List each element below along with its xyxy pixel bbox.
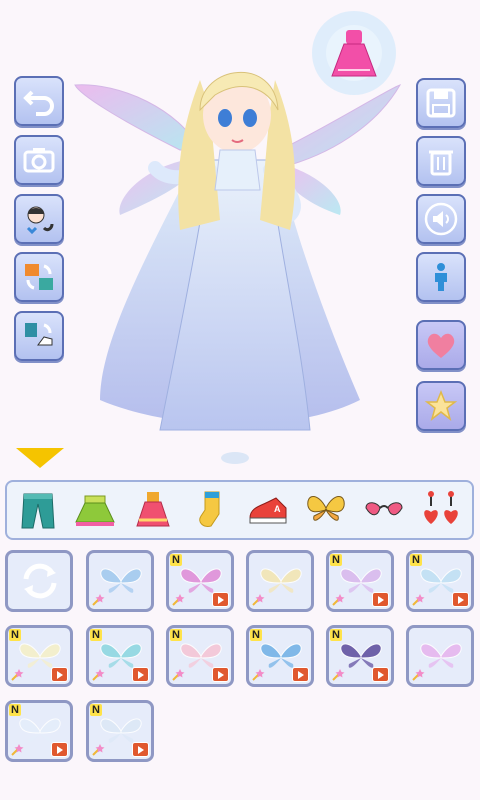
rate-button[interactable] bbox=[416, 381, 466, 431]
item-grid: N N N N N N N N N N bbox=[0, 548, 480, 800]
heart-glasses-icon bbox=[365, 502, 403, 516]
magic-wand-icon bbox=[332, 594, 345, 606]
wing-item-tile[interactable]: N bbox=[5, 625, 73, 687]
pants-icon bbox=[21, 493, 55, 529]
wing-item-tile[interactable]: N bbox=[166, 625, 234, 687]
video-unlock-icon bbox=[452, 592, 469, 607]
new-badge: N bbox=[330, 629, 342, 641]
wing-item-tile[interactable]: N bbox=[326, 550, 394, 612]
video-unlock-icon bbox=[212, 667, 229, 682]
category-pants[interactable] bbox=[14, 486, 62, 534]
category-dress[interactable] bbox=[129, 486, 177, 534]
video-unlock-icon bbox=[51, 667, 68, 682]
sock-icon bbox=[198, 491, 220, 527]
magic-wand-icon bbox=[11, 744, 24, 756]
skirt-icon bbox=[75, 495, 116, 526]
svg-text:A: A bbox=[274, 504, 281, 514]
wing-item-tile[interactable] bbox=[86, 550, 154, 612]
new-badge: N bbox=[9, 629, 21, 641]
magic-wand-icon bbox=[92, 594, 105, 606]
wing-item-tile[interactable]: N bbox=[326, 625, 394, 687]
favorite-button[interactable] bbox=[416, 320, 466, 370]
category-glasses[interactable] bbox=[360, 486, 408, 534]
random-outfit-button[interactable] bbox=[14, 252, 64, 302]
chevron-down-icon bbox=[16, 448, 64, 468]
new-badge: N bbox=[410, 554, 422, 566]
category-sneakers[interactable]: A bbox=[244, 486, 292, 534]
magic-wand-icon bbox=[332, 669, 345, 681]
magic-wand-icon bbox=[172, 669, 185, 681]
wing-item-tile[interactable] bbox=[406, 625, 474, 687]
category-skirt[interactable] bbox=[71, 486, 119, 534]
body-button[interactable] bbox=[416, 252, 466, 302]
video-unlock-icon bbox=[132, 742, 149, 757]
magic-wand-icon bbox=[92, 669, 105, 681]
magic-wand-icon bbox=[252, 594, 265, 606]
category-wings[interactable] bbox=[302, 486, 350, 534]
undo-icon bbox=[23, 90, 54, 116]
face-swap-icon bbox=[26, 206, 54, 235]
new-badge: N bbox=[90, 704, 102, 716]
random-shoes-button[interactable] bbox=[14, 311, 64, 361]
new-badge: N bbox=[9, 704, 21, 716]
magic-wand-icon bbox=[412, 594, 425, 606]
new-badge: N bbox=[250, 629, 262, 641]
new-badge: N bbox=[330, 554, 342, 566]
camera-icon bbox=[23, 148, 55, 173]
sound-button[interactable] bbox=[416, 194, 466, 244]
category-earrings[interactable] bbox=[417, 486, 465, 534]
delete-button[interactable] bbox=[416, 136, 466, 186]
wing-item-tile[interactable] bbox=[246, 550, 314, 612]
new-badge: N bbox=[90, 629, 102, 641]
reset-icon bbox=[23, 563, 57, 599]
person-icon bbox=[435, 263, 447, 291]
floppy-disk-icon bbox=[426, 88, 456, 118]
screenshot-button[interactable] bbox=[14, 135, 64, 185]
star-icon bbox=[424, 389, 458, 421]
heart-earrings-icon bbox=[424, 491, 458, 524]
magic-wand-icon bbox=[11, 669, 24, 681]
butterfly-icon bbox=[307, 496, 345, 521]
category-bar: A bbox=[5, 480, 474, 540]
collapse-panel-button[interactable] bbox=[14, 446, 66, 470]
reset-item-tile[interactable] bbox=[5, 550, 73, 612]
video-unlock-icon bbox=[292, 667, 309, 682]
shoes-swap-icon bbox=[25, 323, 53, 346]
dress-icon bbox=[136, 492, 170, 527]
random-face-button[interactable] bbox=[14, 194, 64, 244]
magic-wand-icon bbox=[92, 744, 105, 756]
sneaker-icon: A bbox=[249, 497, 287, 524]
undo-button[interactable] bbox=[14, 76, 64, 126]
wing-item-tile[interactable]: N bbox=[166, 550, 234, 612]
magic-wand-icon bbox=[252, 669, 265, 681]
outfit-swap-icon bbox=[25, 264, 53, 290]
heart-icon bbox=[427, 333, 455, 358]
current-category-badge bbox=[304, 8, 404, 98]
wing-item-tile[interactable]: N bbox=[246, 625, 314, 687]
save-button[interactable] bbox=[416, 78, 466, 128]
video-unlock-icon bbox=[212, 592, 229, 607]
video-unlock-icon bbox=[132, 667, 149, 682]
new-badge: N bbox=[170, 629, 182, 641]
category-socks[interactable] bbox=[187, 486, 235, 534]
magic-wand-icon bbox=[412, 669, 425, 681]
wing-item-tile[interactable]: N bbox=[406, 550, 474, 612]
video-unlock-icon bbox=[372, 592, 389, 607]
wing-item-tile[interactable]: N bbox=[5, 700, 73, 762]
video-unlock-icon bbox=[372, 667, 389, 682]
wing-item-tile[interactable]: N bbox=[86, 625, 154, 687]
trash-icon bbox=[429, 150, 453, 176]
wing-item-tile[interactable]: N bbox=[86, 700, 154, 762]
magic-wand-icon bbox=[172, 594, 185, 606]
speaker-icon bbox=[424, 202, 458, 236]
new-badge: N bbox=[170, 554, 182, 566]
video-unlock-icon bbox=[51, 742, 68, 757]
